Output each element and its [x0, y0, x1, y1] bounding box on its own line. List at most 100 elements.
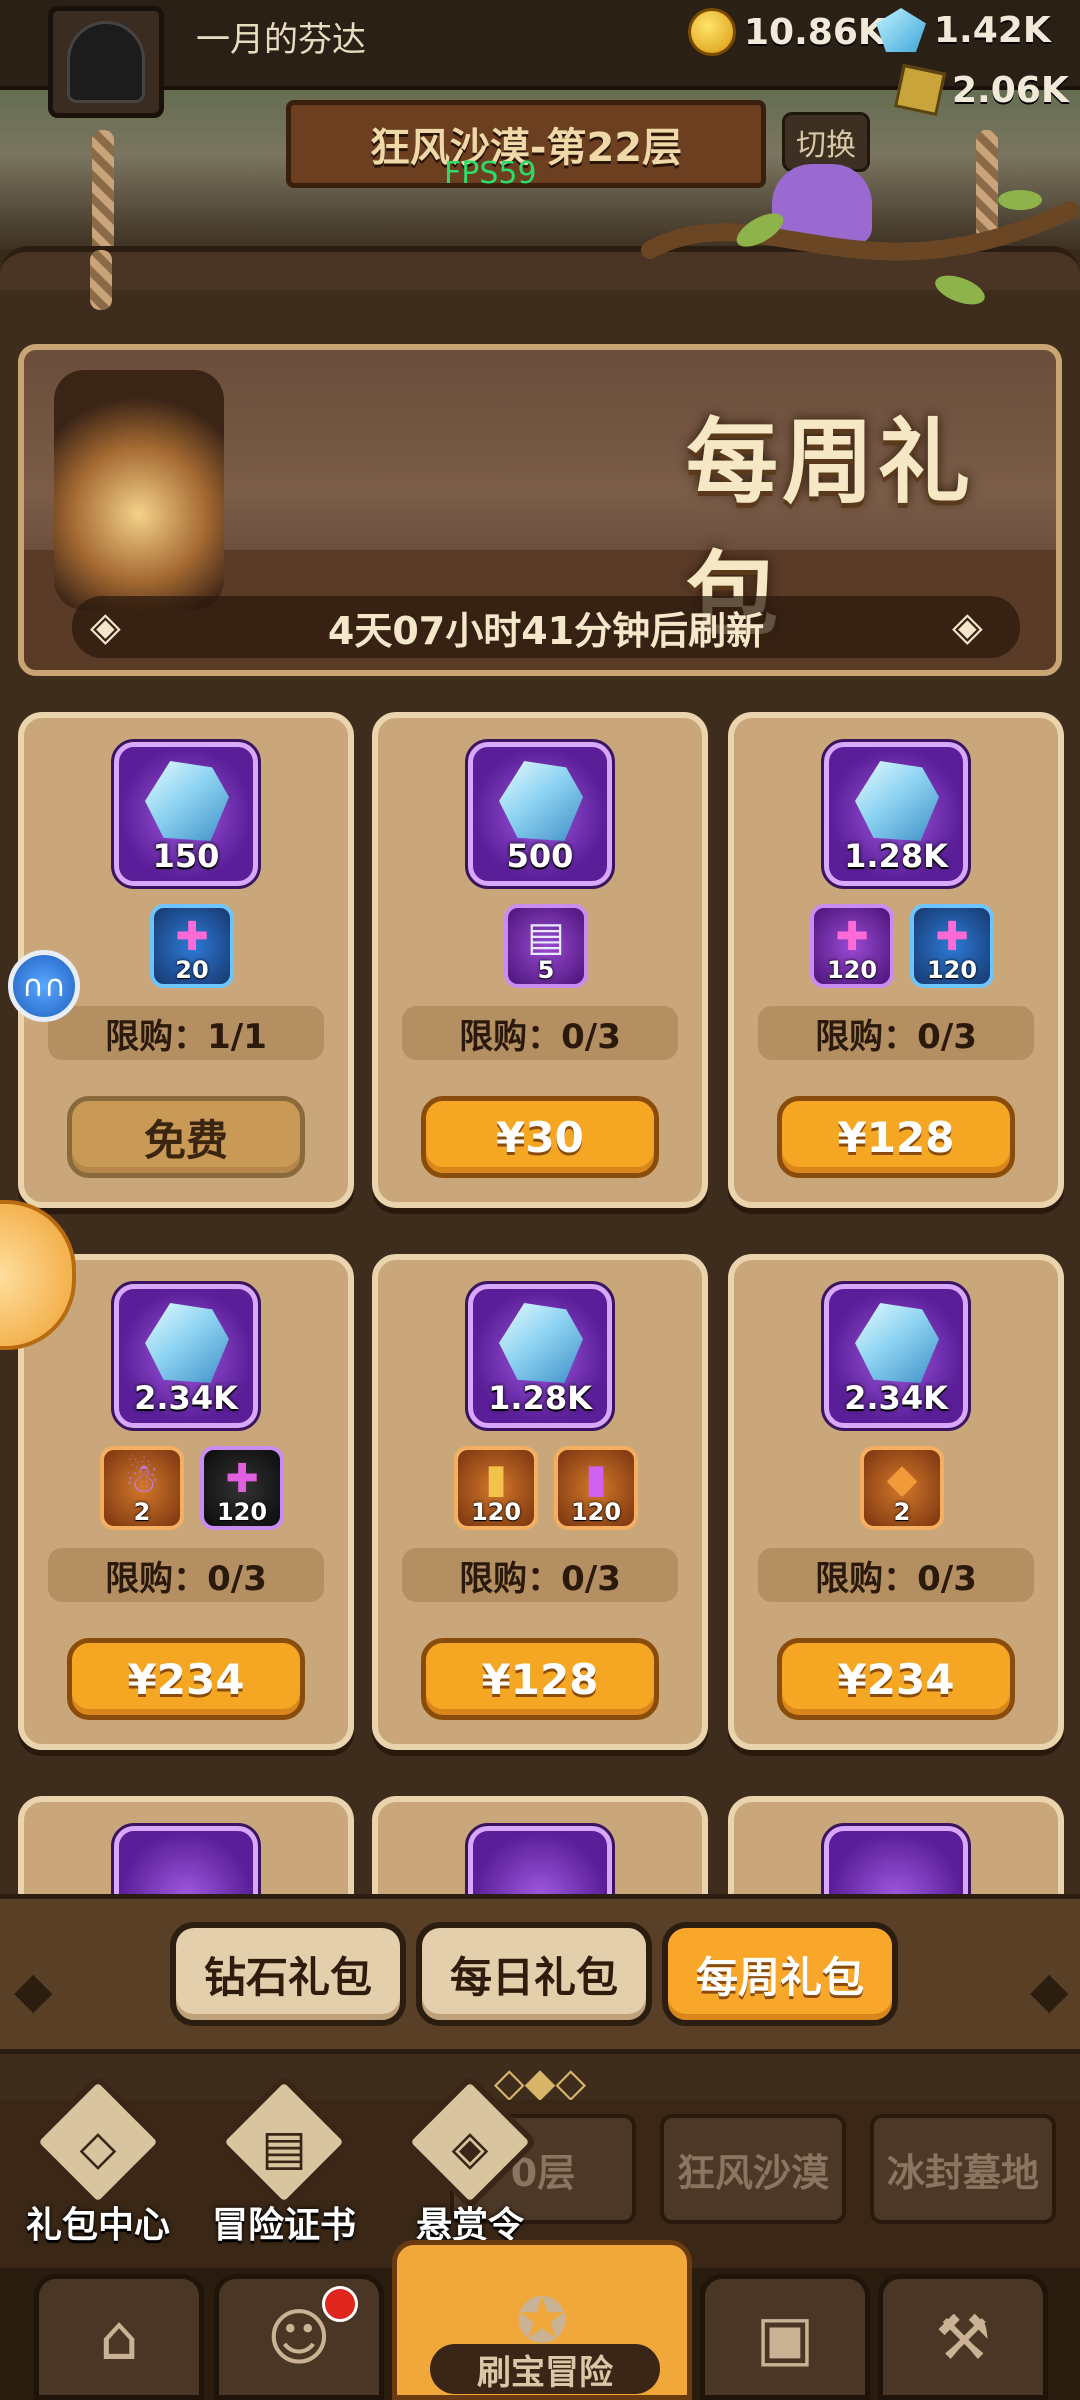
purchase-limit: 限购：0/3: [758, 1006, 1034, 1060]
buy-button[interactable]: ¥30: [421, 1096, 659, 1178]
pack-card: 2.34K ◆ 2 限购：0/3 ¥234: [728, 1254, 1064, 1750]
purchase-limit: 限购：1/1: [48, 1006, 324, 1060]
gem-counter[interactable]: 1.42K: [876, 8, 1051, 52]
diamond-icon: ◇: [79, 2120, 117, 2176]
knight-helmet-icon: [67, 21, 145, 103]
diamond-pack-icon: 2.34K: [821, 1281, 971, 1431]
hammer-icon: ⚒: [935, 2300, 991, 2374]
diamond-pack-icon: 150: [111, 739, 261, 889]
buy-button[interactable]: ¥128: [421, 1638, 659, 1720]
gem-amount-label: 2.34K: [134, 1379, 238, 1417]
reward-item[interactable]: ✚ 120: [810, 904, 894, 988]
nav-hero-button[interactable]: ☺: [214, 2274, 384, 2400]
floating-assistant-icon[interactable]: ∩∩: [8, 950, 80, 1022]
reward-item[interactable]: ▮ 120: [554, 1446, 638, 1530]
gem-amount-label: 2.34K: [844, 1379, 948, 1417]
coin-amount: 10.86K: [744, 11, 886, 53]
bell-pack-icon: [465, 1823, 615, 1894]
chest-shard-icon: ◆: [886, 1456, 918, 1502]
pack-card: 1.28K ▮ 120 ▮ 120 限购：0/3 ¥128: [372, 1254, 708, 1750]
reward-item[interactable]: ✚ 120: [910, 904, 994, 988]
tab-daily-pack[interactable]: 每日礼包: [416, 1922, 652, 2026]
gem-amount-label: 1.28K: [844, 837, 948, 875]
notification-badge: [322, 2286, 358, 2322]
reward-item[interactable]: ◆ 2: [860, 1446, 944, 1530]
nav-bag-button[interactable]: ▣: [700, 2274, 870, 2400]
weekly-banner: 每周礼包 4天07小时41分钟后刷新 ◈ ◈: [18, 344, 1062, 676]
nav-shop-button[interactable]: ⌂: [34, 2274, 204, 2400]
gem-icon: [145, 1303, 229, 1383]
buy-button[interactable]: ¥128: [777, 1096, 1015, 1178]
refresh-countdown: 4天07小时41分钟后刷新: [327, 608, 765, 653]
gem-icon: [499, 1303, 583, 1383]
map-tile[interactable]: 狂风沙漠: [660, 2114, 846, 2224]
item-count: 120: [926, 956, 978, 984]
gold-card-icon: ▮: [484, 1456, 507, 1502]
buy-button[interactable]: ¥234: [777, 1638, 1015, 1720]
puzzle-icon: ✚: [835, 914, 869, 960]
diamond-pack-icon: 1.28K: [465, 1281, 615, 1431]
scroll-icon: ▤: [527, 914, 565, 960]
item-count: 20: [175, 956, 209, 984]
diamond-pack-icon: 2.34K: [111, 1281, 261, 1431]
nav-forge-button[interactable]: ⚒: [878, 2274, 1048, 2400]
gem-amount-label: 1.28K: [488, 1379, 592, 1417]
quick-action-label: 冒险证书: [211, 2205, 356, 2246]
hero-icon: ☺: [266, 2300, 332, 2374]
gem-amount: 1.42K: [934, 9, 1051, 51]
nav-adventure-label: 刷宝冒险: [430, 2344, 660, 2394]
claim-free-button[interactable]: 免费: [67, 1096, 305, 1178]
gem-icon: [145, 761, 229, 841]
gem-icon: [876, 8, 926, 52]
gem-icon: [855, 1303, 939, 1383]
diamond-pack-icon: 1.28K: [821, 739, 971, 889]
purchase-limit: 限购：0/3: [758, 1548, 1034, 1602]
coin-counter[interactable]: 10.86K: [688, 8, 886, 56]
purchase-limit: 限购：0/3: [402, 1548, 678, 1602]
shop-icon: ⌂: [99, 2300, 139, 2374]
item-count: 120: [216, 1498, 268, 1526]
reward-item[interactable]: ✚ 120: [200, 1446, 284, 1530]
ornament-left-icon: ◈: [90, 604, 121, 650]
refresh-strip: 4天07小时41分钟后刷新: [72, 596, 1020, 658]
pack-card: 500 ▤ 5 限购：0/3 ¥30: [372, 712, 708, 1208]
map-tile[interactable]: 冰封墓地: [870, 2114, 1056, 2224]
tab-ornament-right-icon: ◆: [1030, 1961, 1069, 2019]
buy-button[interactable]: ¥234: [67, 1638, 305, 1720]
pack-card: 2.34K ☃ 2 ✚ 120 限购：0/3 ¥234: [18, 1254, 354, 1750]
lamp-icon: [54, 370, 224, 610]
tab-diamond-pack[interactable]: 钻石礼包: [170, 1922, 406, 2026]
doll-icon: ☃: [124, 1456, 160, 1502]
item-count: 120: [570, 1498, 622, 1526]
tab-ornament-left-icon: ◆: [14, 1961, 53, 2019]
reward-item[interactable]: ☃ 2: [100, 1446, 184, 1530]
reward-item[interactable]: ▤ 5: [504, 904, 588, 988]
player-name: 一月的芬达: [196, 20, 366, 60]
fps-counter: FPS59: [444, 156, 537, 191]
pack-card-partial: [728, 1796, 1064, 1894]
tab-weekly-pack[interactable]: 每周礼包: [662, 1922, 898, 2026]
gem-amount-label: 150: [152, 837, 220, 875]
pack-card: 1.28K ✚ 120 ✚ 120 限购：0/3 ¥128: [728, 712, 1064, 1208]
item-count: 5: [537, 956, 555, 984]
backpack-icon: ▣: [755, 2300, 815, 2374]
item-count: 2: [133, 1498, 151, 1526]
reward-item[interactable]: ✚ 20: [150, 904, 234, 988]
purple-card-icon: ▮: [584, 1456, 607, 1502]
gold-counter[interactable]: 2.06K: [893, 63, 1069, 117]
gold-bar-icon: [893, 63, 947, 117]
reward-item[interactable]: ▮ 120: [454, 1446, 538, 1530]
quick-action-label: 礼包中心: [25, 2205, 170, 2246]
bell-pack-icon: [821, 1823, 971, 1894]
puzzle-icon: ✚: [935, 914, 969, 960]
coin-icon: [688, 8, 736, 56]
branch-decoration-icon: [641, 190, 1079, 305]
pack-card-partial: [372, 1796, 708, 1894]
rope-left: [92, 130, 114, 260]
item-count: 2: [893, 1498, 911, 1526]
switch-button[interactable]: 切换: [782, 112, 870, 172]
gem-amount-label: 500: [506, 837, 574, 875]
player-avatar[interactable]: [48, 6, 164, 118]
bell-pack-icon: [111, 1823, 261, 1894]
purchase-limit: 限购：0/3: [402, 1006, 678, 1060]
